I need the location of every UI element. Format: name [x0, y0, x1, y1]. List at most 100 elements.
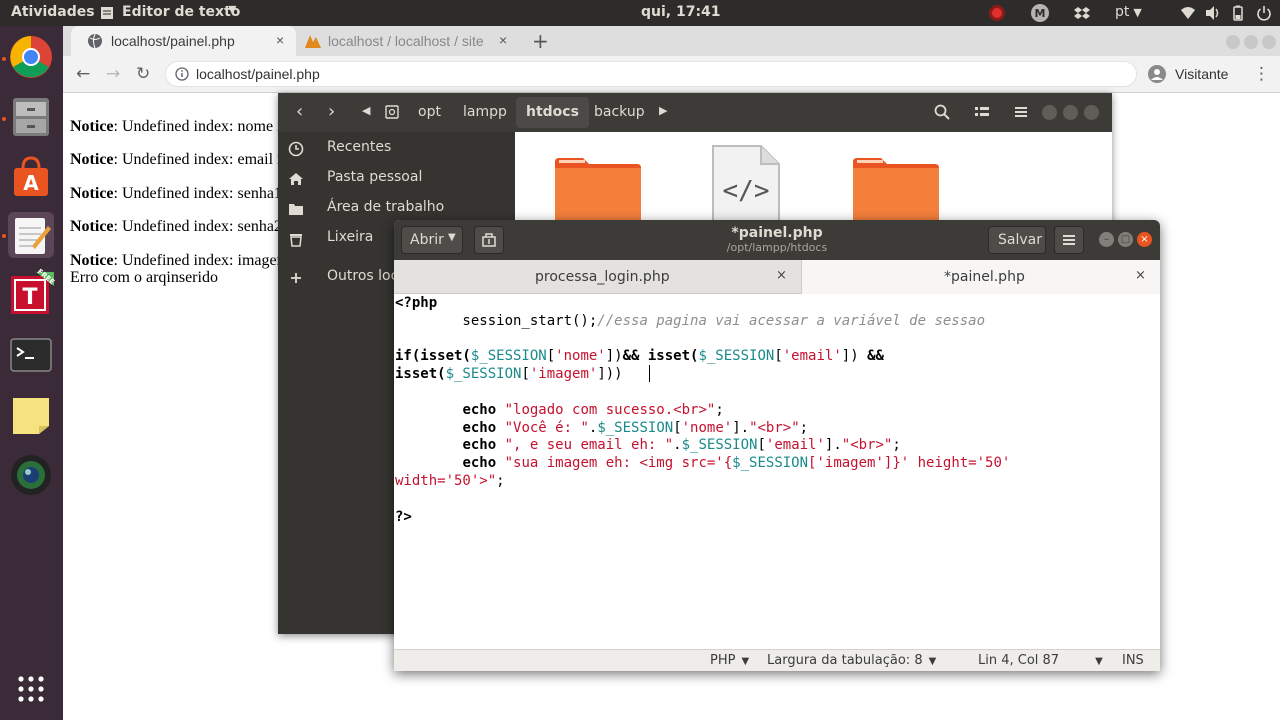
close-window-icon[interactable]: ×: [1137, 232, 1152, 247]
code-token-kw: echo: [462, 437, 497, 454]
code-line[interactable]: session_start();//essa pagina vai acessa…: [395, 312, 985, 330]
new-tab-button[interactable]: +: [532, 29, 549, 53]
hamburger-menu-icon: [1063, 235, 1075, 245]
close-window-icon[interactable]: [1084, 105, 1099, 120]
launcher: A T FREE: [0, 26, 63, 720]
terminal-launcher[interactable]: [8, 332, 54, 378]
code-line[interactable]: echo ", e seu email eh: ".$_SESSION['ema…: [395, 436, 900, 454]
maximize-icon[interactable]: □: [1118, 232, 1133, 247]
code-line[interactable]: echo "Você é: ".$_SESSION['nome']."<br>"…: [395, 419, 808, 437]
dropbox-icon[interactable]: [1074, 5, 1090, 21]
wifi-icon[interactable]: [1180, 5, 1196, 21]
battery-icon[interactable]: [1230, 5, 1246, 21]
code-line[interactable]: if(isset($_SESSION['nome'])&& isset($_SE…: [395, 347, 884, 365]
code-token-plain: [: [521, 366, 530, 383]
close-icon[interactable]: ×: [276, 32, 284, 48]
app-grid-launcher[interactable]: [8, 666, 54, 712]
breadcrumb-htdocs[interactable]: htdocs: [516, 97, 589, 128]
forward-chevron-icon[interactable]: ›: [328, 101, 335, 122]
info-icon: [175, 67, 189, 81]
activities-button[interactable]: Atividades: [11, 4, 95, 20]
chrome-tab[interactable]: localhost/painel.php ×: [71, 26, 296, 56]
files-launcher[interactable]: [8, 94, 54, 140]
profile-avatar-icon[interactable]: [1148, 65, 1166, 83]
save-button[interactable]: Salvar: [988, 226, 1046, 254]
drive-icon[interactable]: [385, 105, 399, 119]
list-view-icon[interactable]: [974, 104, 990, 120]
breadcrumb-left-arrow-icon[interactable]: ◀: [362, 104, 370, 117]
profile-label[interactable]: Visitante: [1175, 66, 1228, 82]
code-token-str: 'email': [765, 437, 825, 454]
code-line[interactable]: echo "sua imagem eh: <img src='{$_SESSIO…: [395, 454, 1010, 472]
back-arrow-icon[interactable]: ←: [76, 64, 90, 84]
close-icon[interactable]: ×: [776, 268, 787, 283]
folder-icon[interactable]: [553, 156, 643, 226]
minimize-icon[interactable]: [1042, 105, 1057, 120]
code-token-str: "Você é: ": [504, 419, 589, 436]
cursor-position[interactable]: Lin 4, Col 87 ▼: [978, 653, 1103, 668]
error-line: Erro com o arqinserido: [70, 269, 218, 286]
status-bar: PHP ▼ Largura da tabulação: 8 ▼ Lin 4, Col…: [394, 649, 1160, 671]
m-badge-icon[interactable]: M: [1031, 4, 1049, 22]
maximize-icon[interactable]: [1244, 35, 1258, 49]
chrome-tab[interactable]: localhost / localhost / site ×: [296, 26, 521, 56]
code-token-plain: ])): [597, 366, 623, 383]
language-selector[interactable]: PHP ▼: [710, 653, 749, 668]
breadcrumb-opt[interactable]: opt: [418, 104, 441, 120]
code-line[interactable]: ?>: [395, 508, 412, 526]
sidebar-item-pasta-pessoal[interactable]: Pasta pessoal: [278, 165, 515, 193]
hamburger-menu-icon[interactable]: [1013, 104, 1029, 120]
close-icon[interactable]: ×: [1135, 268, 1146, 283]
tab-processa-login[interactable]: processa_login.php ×: [394, 260, 801, 294]
code-editor[interactable]: <?php session_start();//essa pagina vai …: [394, 294, 1160, 649]
code-token-plain: ].: [732, 419, 750, 436]
code-file-icon[interactable]: </>: [711, 144, 781, 224]
sidebar-item-area-de-trabalho[interactable]: Área de trabalho: [278, 195, 515, 223]
tab-label: *painel.php: [944, 269, 1025, 285]
text-editor-launcher[interactable]: [8, 212, 54, 258]
chrome-menu-icon[interactable]: ⋮: [1253, 64, 1270, 84]
keyboard-layout-indicator[interactable]: pt ▼: [1115, 4, 1142, 20]
notice-line: Notice: Undefined index: senha2 i: [70, 218, 290, 236]
camera-launcher[interactable]: [8, 452, 54, 498]
minimize-icon[interactable]: [1226, 35, 1240, 49]
maximize-icon[interactable]: [1063, 105, 1078, 120]
code-line[interactable]: echo "logado com sucesso.<br>";: [395, 401, 723, 419]
breadcrumb-lampp[interactable]: lampp: [463, 104, 507, 120]
code-token-str: "<br>": [841, 437, 893, 454]
editor-menu-button[interactable]: [1054, 226, 1084, 254]
volume-icon[interactable]: [1205, 5, 1221, 21]
running-indicator: [2, 57, 6, 61]
notes-launcher[interactable]: [8, 392, 54, 438]
code-line[interactable]: <?php: [395, 294, 437, 312]
close-icon[interactable]: ×: [499, 32, 507, 48]
record-icon[interactable]: [989, 5, 1005, 21]
tab-width-selector[interactable]: Largura da tabulação: 8 ▼: [767, 653, 936, 668]
sidebar-item-recentes[interactable]: Recentes: [278, 135, 515, 163]
clock[interactable]: qui, 17:41: [641, 4, 721, 20]
tab-painel[interactable]: *painel.php ×: [801, 260, 1160, 294]
folder-icon[interactable]: [851, 156, 941, 226]
reload-icon[interactable]: ↻: [136, 64, 150, 84]
address-bar[interactable]: localhost/painel.php: [165, 61, 1137, 87]
breadcrumb-right-arrow-icon[interactable]: ▶: [659, 104, 667, 117]
folder-icon: [289, 204, 303, 215]
code-line[interactable]: isset($_SESSION['imagem'])): [395, 365, 623, 383]
back-chevron-icon[interactable]: ‹: [296, 101, 303, 122]
software-center-launcher[interactable]: A: [8, 154, 54, 200]
code-token-str: "sua imagem eh: <img src='{: [504, 455, 733, 472]
breadcrumb-backup[interactable]: backup: [594, 104, 645, 120]
minimize-icon[interactable]: –: [1099, 232, 1114, 247]
code-token-str: ['imagem']}' height='50': [808, 455, 1011, 472]
chrome-launcher[interactable]: [8, 34, 54, 80]
search-icon[interactable]: [934, 104, 950, 120]
notice-text: : Undefined index: email in: [113, 151, 290, 168]
sidebar-item-label: Recentes: [327, 139, 392, 155]
typora-launcher[interactable]: T FREE: [8, 268, 56, 318]
forward-arrow-icon[interactable]: →: [106, 64, 120, 84]
power-icon[interactable]: [1256, 5, 1272, 21]
close-window-icon[interactable]: [1262, 35, 1276, 49]
code-line[interactable]: width='50'>";: [395, 472, 505, 490]
